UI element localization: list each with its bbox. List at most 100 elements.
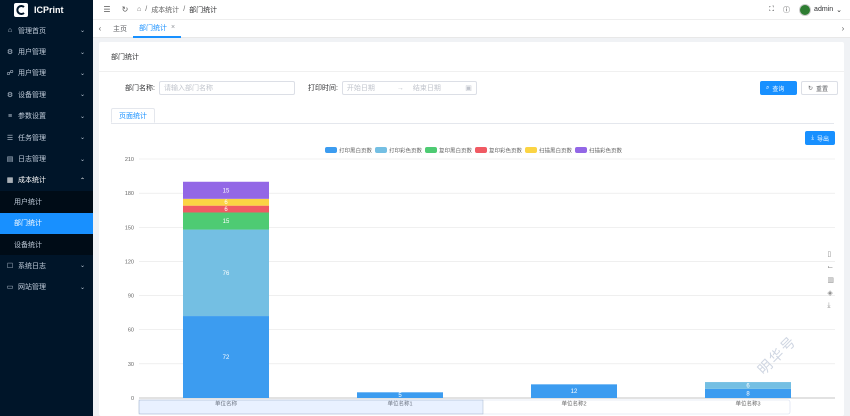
legend-label: 扫描彩色页数 (589, 147, 623, 155)
tab-scroll-left-icon[interactable]: ‹ (93, 24, 107, 33)
user-group-icon: ☍ (6, 70, 14, 78)
sidebar-item-users[interactable]: ⚙ 用户管理 ⌄ (0, 41, 93, 62)
main-card: 部门统计 部门名称: 请输入部门名称 打印时间: 开始日期 → 结束日期 ▣ ⌕… (99, 42, 844, 416)
avatar (799, 3, 812, 16)
refresh-icon[interactable]: ↻ (119, 5, 131, 14)
settings-icon: ≡ (7, 112, 13, 120)
sidebar-item-logs[interactable]: ▤ 日志管理 ⌄ (0, 148, 93, 169)
breadcrumb: ⌂ / 成本统计 / 部门统计 (137, 5, 218, 15)
time-label: 打印时间: (307, 85, 338, 92)
dept-name-input[interactable]: 请输入部门名称 (158, 81, 295, 95)
sidebar-item-params[interactable]: ≡ 参数设置 ⌄ (0, 106, 93, 127)
legend-swatch (325, 147, 337, 153)
tab-underline (111, 123, 834, 124)
tab-home[interactable]: 主页 (107, 20, 133, 38)
data-label: 12 (571, 389, 578, 395)
sidebar: ICPrint ⌂ 管理首页 ⌄ ⚙ 用户管理 ⌄ ☍ 用户管理 ⌄ ⚙ 设备管理 ⌄ ≡ 参数设… (0, 0, 93, 416)
refresh-icon: ↻ (808, 85, 814, 92)
app-name: ICPrint (34, 5, 64, 15)
range-separator: → (396, 84, 404, 92)
legend-label: 打印彩色页数 (389, 147, 423, 155)
sidebar-item-cost-stats[interactable]: ▦ 成本统计 ⌃ (0, 170, 93, 191)
y-tick-label: 180 (125, 191, 134, 197)
breadcrumb-current: 部门统计 (189, 6, 218, 14)
menu-toggle-icon[interactable]: ☰ (101, 5, 113, 14)
device-icon: ⚙ (6, 91, 14, 99)
page-title: 部门统计 (99, 42, 844, 72)
date-range-picker[interactable]: 开始日期 → 结束日期 ▣ (341, 81, 477, 95)
users-icon: ⚙ (6, 49, 14, 57)
tab-bar: ‹ 主页 部门统计 × › (93, 20, 850, 38)
legend-swatch (475, 147, 487, 153)
data-label: 72 (223, 355, 230, 361)
sidebar-item-dashboard[interactable]: ⌂ 管理首页 ⌄ (0, 20, 93, 41)
data-view-icon[interactable]: ▯ (827, 250, 834, 258)
data-label: 76 (223, 271, 230, 277)
close-icon[interactable]: × (171, 24, 175, 31)
home-icon[interactable]: ⌂ (137, 6, 141, 13)
home-icon: ⌂ (7, 27, 13, 35)
log-icon: ▤ (6, 156, 14, 164)
legend-label: 复印黑白页数 (439, 147, 473, 155)
logo: ICPrint (0, 0, 93, 20)
legend-swatch (525, 147, 537, 153)
bar-chart-icon[interactable]: ▥ (827, 276, 834, 284)
sidebar-item-system-log[interactable]: ☐ 系统日志 ⌄ (0, 255, 93, 276)
logo-icon (14, 3, 28, 17)
sidebar-item-website[interactable]: ▭ 网站管理 ⌄ (0, 277, 93, 298)
info-icon[interactable]: ⓘ (783, 5, 790, 15)
chevron-down-icon: ⌄ (79, 156, 85, 163)
legend-label: 打印黑白页数 (339, 147, 373, 155)
stats-icon: ▦ (6, 177, 14, 185)
tab-dept-stats[interactable]: 部门统计 × (133, 20, 182, 38)
legend-label: 扫描黑白页数 (539, 147, 573, 155)
sidebar-item-devices[interactable]: ⚙ 设备管理 ⌄ (0, 84, 93, 105)
y-tick-label: 30 (128, 362, 134, 368)
zoom-slider-range (138, 399, 484, 415)
chevron-down-icon: ⌄ (79, 284, 85, 291)
x-tick-label: 单位名称3 (735, 400, 760, 408)
legend-swatch (375, 147, 387, 153)
task-icon: ☰ (6, 134, 14, 142)
line-chart-icon[interactable]: ⌙ (827, 263, 834, 271)
legend-label: 复印彩色页数 (489, 147, 523, 155)
save-image-icon[interactable]: ⤓ (827, 302, 834, 310)
y-tick-label: 0 (131, 396, 134, 402)
chevron-down-icon: ⌄ (79, 263, 85, 270)
legend-swatch (575, 147, 587, 153)
tab-scroll-right-icon[interactable]: › (836, 24, 850, 33)
y-tick-label: 60 (128, 328, 134, 334)
dept-label: 部门名称: (125, 85, 155, 92)
fullscreen-icon[interactable]: ⛶ (769, 6, 774, 14)
website-icon: ▭ (6, 284, 14, 292)
search-form: 部门名称: 请输入部门名称 打印时间: 开始日期 → 结束日期 ▣ ⌕ 查询 ↻ 重… (125, 81, 838, 95)
y-tick-label: 90 (128, 294, 134, 300)
breadcrumb-item[interactable]: 成本统计 (151, 5, 179, 15)
reset-button[interactable]: ↻ 重置 (801, 81, 838, 95)
data-label: 15 (223, 188, 230, 194)
chevron-up-icon: ⌃ (79, 177, 85, 184)
data-label: 15 (223, 219, 230, 225)
chevron-down-icon: ⌄ (79, 28, 85, 35)
y-tick-label: 120 (125, 259, 134, 265)
stacked-bar-chart: 打印黑白页数 打印彩色页数 复印黑白页数 复印彩色页数 扫描黑白页数 扫描彩色页数 0 30 6… (125, 147, 835, 415)
sidebar-item-user-groups[interactable]: ☍ 用户管理 ⌄ (0, 63, 93, 84)
chevron-down-icon: ⌄ (836, 6, 842, 14)
chevron-down-icon: ⌄ (79, 135, 85, 142)
tab-page-stats[interactable]: 页面统计 (111, 108, 155, 123)
sidebar-subitem-device-stats[interactable]: 设备统计 (0, 233, 93, 256)
sidebar-item-tasks[interactable]: ☰ 任务管理 ⌄ (0, 127, 93, 148)
legend-swatch (425, 147, 437, 153)
user-menu[interactable]: admin ⌄ (799, 3, 842, 16)
sidebar-subitem-dept-stats[interactable]: 部门统计 (0, 212, 93, 234)
chevron-down-icon: ⌄ (79, 113, 85, 120)
top-header: ☰ ↻ ⌂ / 成本统计 / 部门统计 ⛶ ⓘ admin ⌄ (93, 0, 850, 20)
search-button[interactable]: ⌕ 查询 (760, 81, 797, 95)
search-icon: ⌕ (766, 84, 770, 91)
sidebar-subitem-user-stats[interactable]: 用户统计 (0, 191, 93, 213)
username: admin (814, 6, 834, 13)
chevron-down-icon: ⌄ (79, 49, 85, 56)
stack-icon[interactable]: ◈ (827, 289, 834, 297)
system-log-icon: ☐ (6, 262, 14, 270)
calendar-icon: ▣ (465, 85, 472, 92)
